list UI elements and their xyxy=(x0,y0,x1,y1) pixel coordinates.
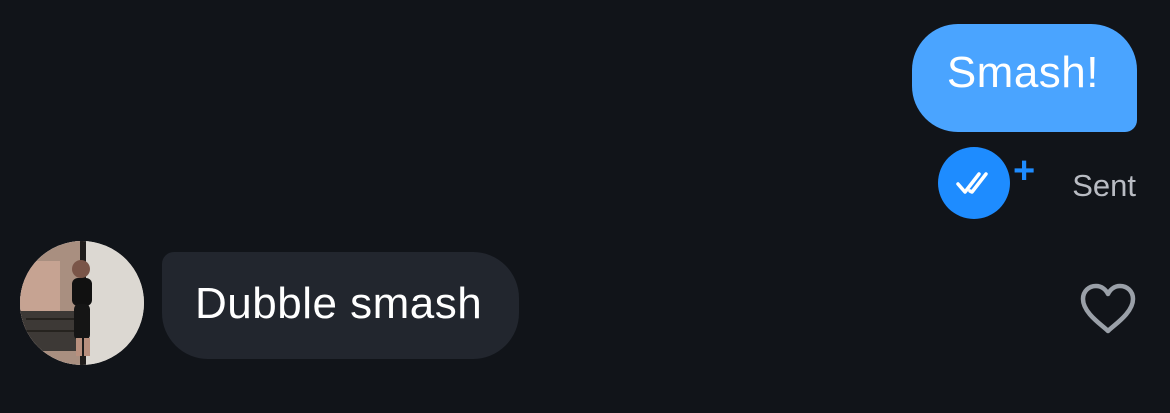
message-status: Sent xyxy=(1072,168,1136,203)
avatar-photo xyxy=(20,241,144,365)
avatar[interactable] xyxy=(20,241,144,365)
double-check-icon xyxy=(956,172,988,194)
incoming-message-bubble[interactable]: Dubble smash xyxy=(162,252,520,359)
incoming-message-text: Dubble smash xyxy=(195,278,483,328)
like-button[interactable] xyxy=(1078,281,1138,337)
read-receipt xyxy=(938,147,1010,219)
outgoing-message-text: Smash! xyxy=(946,48,1099,97)
heart-icon xyxy=(1080,283,1136,334)
outgoing-message-bubble[interactable]: Smash! xyxy=(911,24,1137,132)
receipt-plus-badge: + xyxy=(1013,150,1036,192)
